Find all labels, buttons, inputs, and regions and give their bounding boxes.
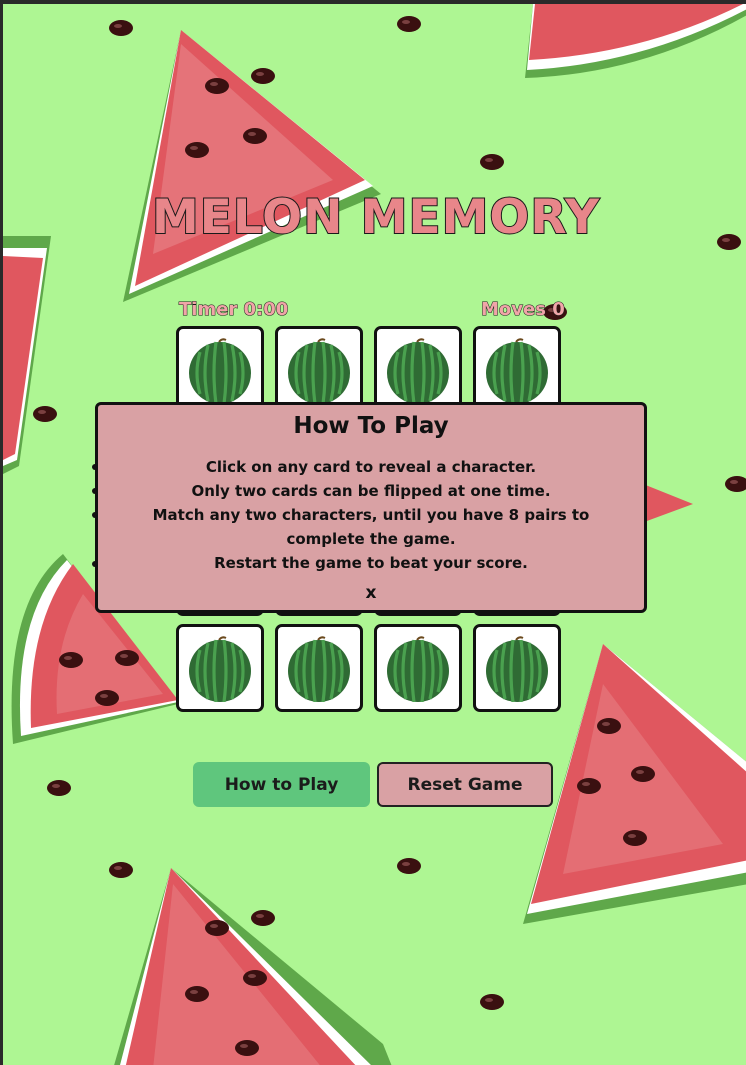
modal-title: How To Play [293,413,449,439]
seed [47,780,71,796]
seed [597,718,621,734]
watermelon-icon [189,636,251,702]
watermelon-icon [387,338,449,404]
watermelon-slice [114,868,392,1065]
seed [95,690,119,706]
how-to-play-modal: How To Play Click on any card to reveal … [95,402,647,613]
seed [33,406,57,422]
seed [631,766,655,782]
modal-instruction: Restart the game to beat your score. [214,554,528,572]
seed [185,986,209,1002]
modal-instruction: Match any two characters, until you have… [152,506,590,548]
memory-card[interactable] [374,326,462,414]
watermelon-slice [123,30,381,302]
seed [205,78,229,94]
memory-card[interactable] [275,326,363,414]
seed [115,650,139,666]
seed [109,862,133,878]
seed [251,910,275,926]
seed [397,16,421,32]
seed [480,154,504,170]
timer-display: Timer 0:00 [178,299,289,321]
watermelon-icon [288,338,350,404]
seed [243,128,267,144]
seed [480,994,504,1010]
modal-instruction: Click on any card to reveal a character. [205,458,537,476]
memory-card[interactable] [473,326,561,414]
seed [623,830,647,846]
watermelon-icon [288,636,350,702]
seed [235,1040,259,1056]
seed [59,652,83,668]
modal-instruction: Only two cards can be flipped at one tim… [191,482,551,500]
seed [251,68,275,84]
watermelon-slice [3,236,51,474]
game-screen: MELON MEMORY Timer 0:00 Moves 0 How to P… [0,0,746,1065]
memory-card[interactable] [374,624,462,712]
reset-game-button[interactable]: Reset Game [377,762,553,807]
moves-counter: Moves 0 [481,299,566,321]
memory-card[interactable] [275,624,363,712]
seed [109,20,133,36]
seed [725,476,746,492]
watermelon-icon [486,636,548,702]
seed [243,970,267,986]
seed [185,142,209,158]
memory-card[interactable] [176,326,264,414]
seed [397,858,421,874]
watermelon-icon [387,636,449,702]
how-to-play-button[interactable]: How to Play [193,762,370,807]
watermelon-icon [189,338,251,404]
memory-card[interactable] [473,624,561,712]
game-title: MELON MEMORY [151,189,601,246]
memory-card[interactable] [176,624,264,712]
modal-close-button[interactable]: x [366,583,377,603]
watermelon-icon [486,338,548,404]
seed [577,778,601,794]
watermelon-slice [525,4,746,78]
seed [205,920,229,936]
